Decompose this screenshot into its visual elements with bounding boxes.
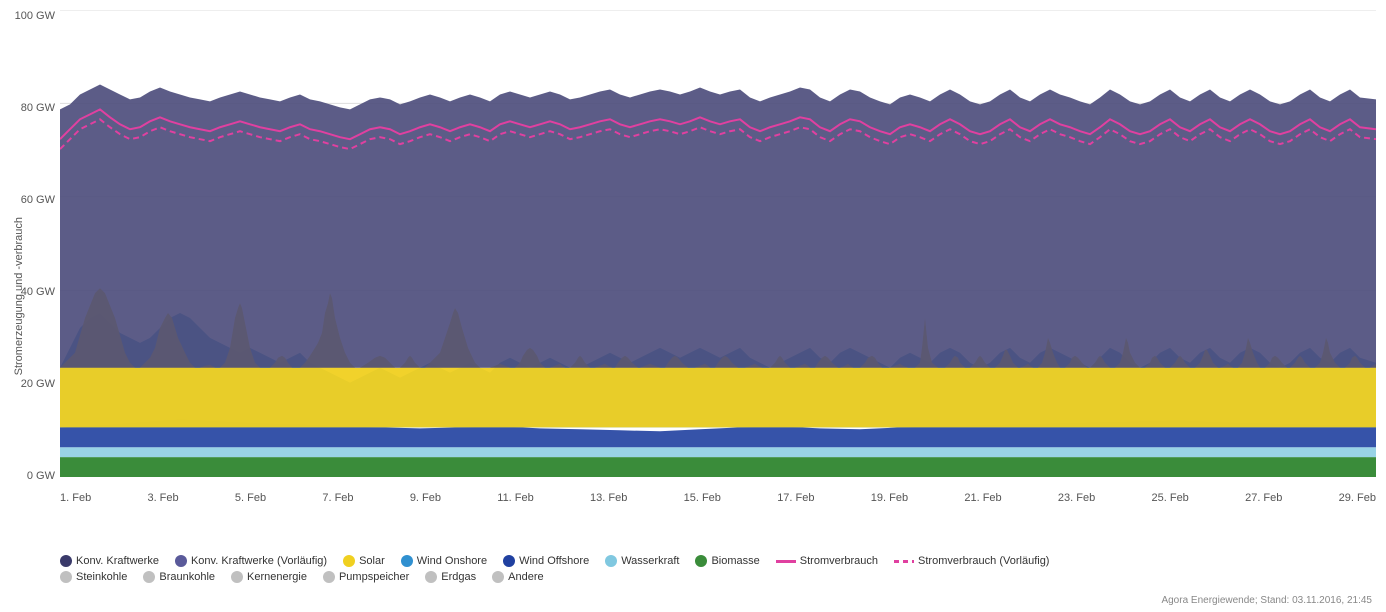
biomasse-area [60,457,1376,477]
footer-note: Agora Energiewende; Stand: 03.11.2016, 2… [1161,595,1372,606]
wind-onshore-label: Wind Onshore [417,555,487,567]
x-label-29feb: 29. Feb [1339,492,1376,504]
erdgas-label: Erdgas [441,571,476,583]
legend-container: Konv. Kraftwerke Konv. Kraftwerke (Vorlä… [60,555,1376,587]
braunkohle-label: Braunkohle [159,571,215,583]
y-label-100: 100 GW [10,10,55,22]
x-label-25feb: 25. Feb [1152,492,1189,504]
y-label-80: 80 GW [10,102,55,114]
legend-wind-offshore: Wind Offshore [503,555,589,567]
solar-label: Solar [359,555,385,567]
braunkohle-dot [143,571,155,583]
pumpspeicher-dot [323,571,335,583]
solar-dot [343,555,355,567]
legend-row-2: Steinkohle Braunkohle Kernenergie Pumpsp… [60,571,1376,583]
steinkohle-label: Steinkohle [76,571,127,583]
konv-vorl-dot [175,555,187,567]
y-axis-title: Stromerzeugung und -verbrauch [12,120,26,472]
wasserkraft-area [60,447,1376,457]
x-label-3feb: 3. Feb [147,492,178,504]
x-label-11feb: 11. Feb [497,492,534,504]
erdgas-dot [425,571,437,583]
legend-andere: Andere [492,571,543,583]
wasserkraft-label: Wasserkraft [621,555,679,567]
legend-wasserkraft: Wasserkraft [605,555,679,567]
biomasse-label: Biomasse [711,555,759,567]
stromverbrauch-vorl-line-icon [894,560,914,563]
legend-pumpspeicher: Pumpspeicher [323,571,409,583]
legend-konv-vorl: Konv. Kraftwerke (Vorläufig) [175,555,327,567]
wind-offshore-label: Wind Offshore [519,555,589,567]
legend-solar: Solar [343,555,385,567]
wind-offshore-dot [503,555,515,567]
x-label-7feb: 7. Feb [322,492,353,504]
stromverbrauch-label: Stromverbrauch [800,555,878,567]
pumpspeicher-label: Pumpspeicher [339,571,409,583]
x-label-13feb: 13. Feb [590,492,627,504]
legend-steinkohle: Steinkohle [60,571,127,583]
kernenergie-label: Kernenergie [247,571,307,583]
x-label-15feb: 15. Feb [684,492,721,504]
legend-row-1: Konv. Kraftwerke Konv. Kraftwerke (Vorlä… [60,555,1376,567]
konv-label: Konv. Kraftwerke [76,555,159,567]
wind-onshore-dot [401,555,413,567]
x-label-27feb: 27. Feb [1245,492,1282,504]
x-label-19feb: 19. Feb [871,492,908,504]
x-label-9feb: 9. Feb [410,492,441,504]
x-label-23feb: 23. Feb [1058,492,1095,504]
legend-konv: Konv. Kraftwerke [60,555,159,567]
biomasse-dot [695,555,707,567]
andere-label: Andere [508,571,543,583]
legend-wind-onshore: Wind Onshore [401,555,487,567]
x-label-5feb: 5. Feb [235,492,266,504]
x-axis-labels: 1. Feb 3. Feb 5. Feb 7. Feb 9. Feb 11. F… [60,492,1376,504]
legend-braunkohle: Braunkohle [143,571,215,583]
legend-kernenergie: Kernenergie [231,571,307,583]
stromverbrauch-line-icon [776,560,796,563]
kernenergie-dot [231,571,243,583]
main-chart-svg [60,10,1376,477]
wasserkraft-dot [605,555,617,567]
legend-stromverbrauch: Stromverbrauch [776,555,878,567]
konv-vorl-label: Konv. Kraftwerke (Vorläufig) [191,555,327,567]
konv-dot [60,555,72,567]
legend-biomasse: Biomasse [695,555,759,567]
andere-dot [492,571,504,583]
legend-stromverbrauch-vorl: Stromverbrauch (Vorläufig) [894,555,1049,567]
x-label-17feb: 17. Feb [777,492,814,504]
steinkohle-dot [60,571,72,583]
chart-container: 100 GW 80 GW 60 GW 40 GW 20 GW 0 GW Stro… [0,0,1386,612]
stromverbrauch-vorl-label: Stromverbrauch (Vorläufig) [918,555,1049,567]
x-label-1feb: 1. Feb [60,492,91,504]
legend-erdgas: Erdgas [425,571,476,583]
x-label-21feb: 21. Feb [964,492,1001,504]
